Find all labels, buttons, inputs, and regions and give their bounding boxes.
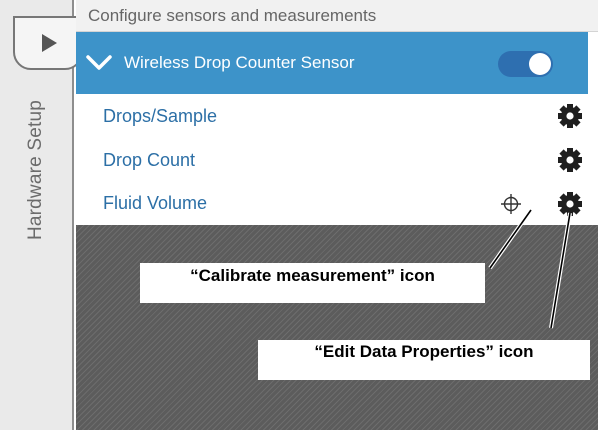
hardware-setup-tab[interactable]: Hardware Setup [0,70,72,270]
panel-right-edge [588,32,598,225]
panel-title: Configure sensors and measurements [88,6,377,25]
panel-header: Configure sensors and measurements [76,0,598,32]
sensor-row[interactable]: Wireless Drop Counter Sensor [76,32,588,94]
callout-edit-data-properties: “Edit Data Properties” icon [258,340,590,380]
callout-calibrate-text: “Calibrate measurement” icon [190,266,435,285]
measurement-label: Fluid Volume [103,193,208,213]
gear-icon[interactable] [557,191,583,217]
sensor-name: Wireless Drop Counter Sensor [124,53,355,72]
callout-edit-text: “Edit Data Properties” icon [314,342,534,361]
hardware-setup-tab-label: Hardware Setup [25,99,47,241]
gear-icon[interactable] [557,147,583,173]
measurement-row-drops-per-sample[interactable]: Drops/Sample [76,94,588,138]
toggle-knob [529,53,551,75]
callout-calibrate-measurement: “Calibrate measurement” icon [140,263,485,303]
measurement-label: Drops/Sample [103,105,218,126]
expand-panel-button[interactable] [13,16,83,70]
empty-panel-area [76,225,598,430]
sensor-enable-toggle[interactable] [498,51,553,77]
measurement-label: Drop Count [103,149,196,170]
gear-icon[interactable] [557,103,583,129]
measurement-row-drop-count[interactable]: Drop Count [76,138,588,182]
crosshair-icon[interactable] [500,193,522,215]
measurement-row-fluid-volume[interactable]: Fluid Volume [76,182,588,225]
chevron-down-icon[interactable] [86,54,112,72]
play-triangle-icon [41,34,57,52]
